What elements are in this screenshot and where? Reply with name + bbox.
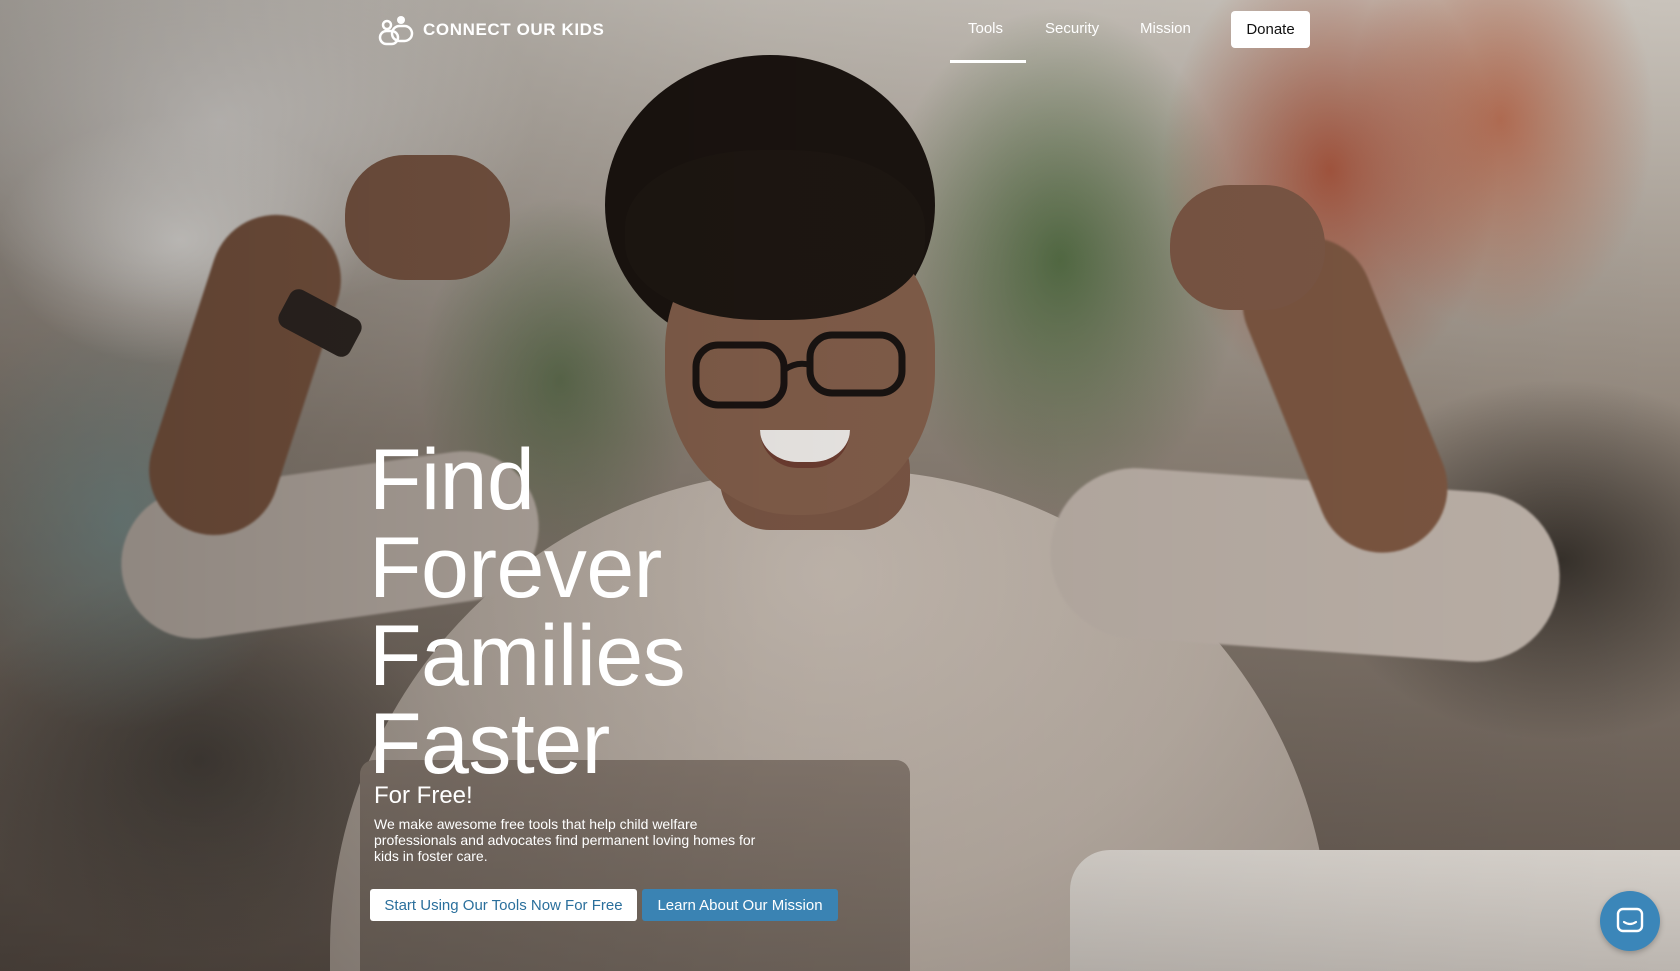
nav-item-tools[interactable]: Tools	[968, 20, 1003, 37]
chat-icon	[1616, 907, 1644, 933]
hero-overlay	[0, 0, 1680, 971]
start-using-tools-button[interactable]: Start Using Our Tools Now For Free	[370, 889, 637, 921]
nav-item-security[interactable]: Security	[1045, 20, 1099, 37]
nav-item-mission[interactable]: Mission	[1140, 20, 1191, 37]
site-header: CONNECT OUR KIDS Tools Security Mission …	[0, 0, 1680, 64]
hero-title-line: Families	[369, 608, 686, 704]
donate-button[interactable]: Donate	[1231, 11, 1310, 48]
brand-name: CONNECT OUR KIDS	[423, 20, 605, 39]
hero-description: We make awesome free tools that help chi…	[374, 816, 756, 864]
hero-title: Find Forever Families Faster	[369, 436, 789, 788]
learn-mission-button[interactable]: Learn About Our Mission	[642, 889, 838, 921]
hero-subtitle: For Free!	[374, 782, 473, 809]
hero-background-image	[0, 0, 1680, 971]
nav-active-indicator	[950, 60, 1026, 63]
chat-launcher-button[interactable]	[1600, 891, 1660, 951]
hero-title-line: Forever	[369, 520, 662, 616]
hero-title-line: Find	[369, 432, 535, 528]
people-logo-icon	[378, 16, 414, 46]
hero-title-line: Faster	[369, 696, 610, 792]
brand-logo[interactable]: CONNECT OUR KIDS	[377, 14, 605, 46]
